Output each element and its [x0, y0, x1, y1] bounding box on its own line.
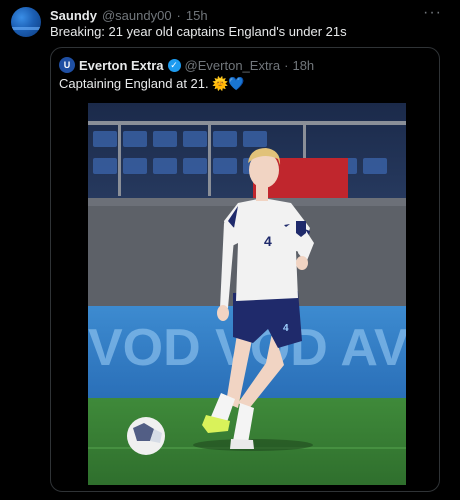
header-separator: ·	[176, 7, 181, 23]
quoted-time[interactable]: 18h	[292, 58, 314, 73]
author-handle[interactable]: @saundy00	[102, 8, 172, 23]
svg-text:4: 4	[283, 323, 289, 334]
tweet-text: Breaking: 21 year old captains England's…	[50, 24, 347, 39]
verified-badge-icon: ✓	[167, 58, 181, 72]
quoted-avatar[interactable]: U	[59, 57, 75, 73]
author-name[interactable]: Saundy	[50, 8, 97, 23]
quoted-text: Captaining England at 21. 🌞💙	[59, 76, 245, 92]
quoted-header: U Everton Extra ✓ @Everton_Extra · 18h	[59, 56, 314, 74]
quoted-text-body: Captaining England at 21.	[59, 76, 213, 91]
quoted-tweet[interactable]: U Everton Extra ✓ @Everton_Extra · 18h C…	[50, 47, 440, 492]
quoted-emoji: 🌞💙	[212, 76, 245, 91]
shirt-number: 4	[264, 233, 272, 249]
quoted-separator: ·	[284, 57, 289, 73]
tweet[interactable]: Saundy @saundy00 · 15h ··· Breaking: 21 …	[0, 0, 460, 500]
tweet-header: Saundy @saundy00 · 15h	[50, 6, 208, 24]
author-avatar[interactable]	[11, 7, 41, 37]
quoted-author-handle[interactable]: @Everton_Extra	[185, 58, 281, 73]
quoted-author-name[interactable]: Everton Extra	[79, 58, 164, 73]
more-horizontal-icon[interactable]: ···	[423, 4, 442, 22]
quoted-photo[interactable]: VOD VOD AVOD 4	[88, 103, 406, 485]
tweet-time[interactable]: 15h	[186, 8, 208, 23]
football-player-photo: VOD VOD AVOD 4	[88, 103, 406, 485]
